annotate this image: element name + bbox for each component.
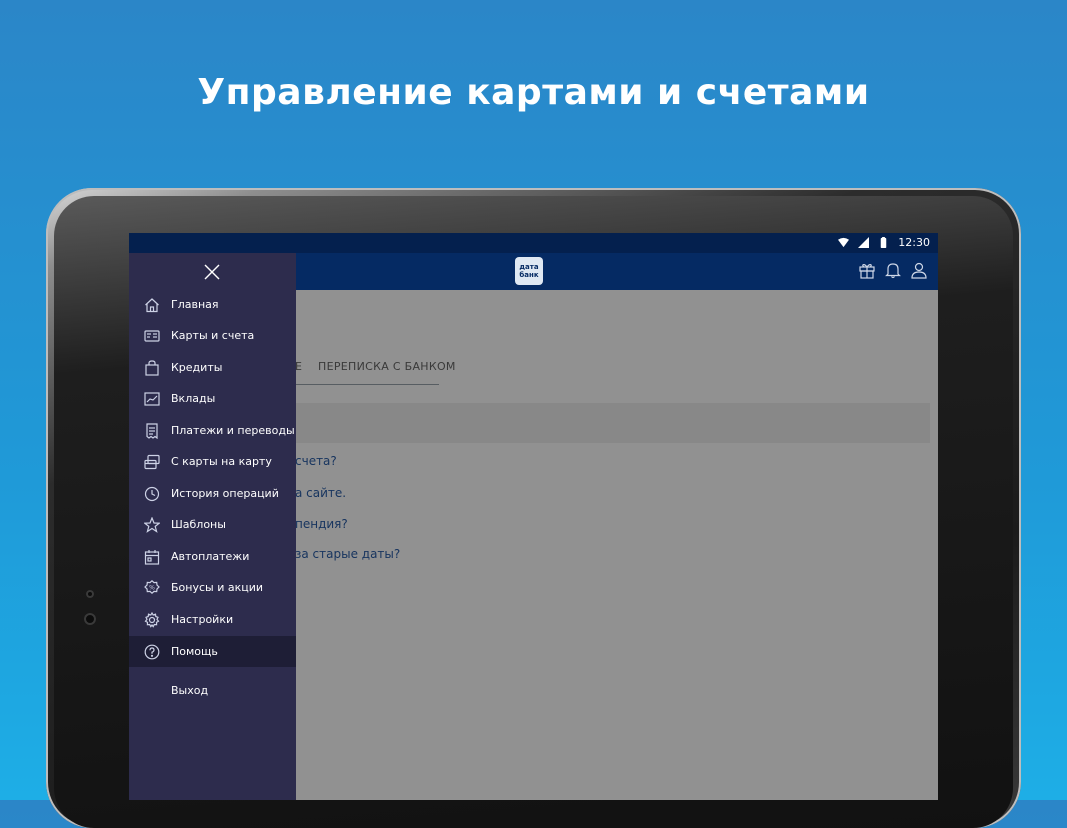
logo-text-bottom: банк <box>519 271 539 279</box>
svg-text:%: % <box>149 584 155 591</box>
drawer-item-logout[interactable]: Выход <box>129 675 296 706</box>
drawer-item-payments[interactable]: Платежи и переводы <box>129 415 296 446</box>
status-bar: 12:30 <box>129 233 938 253</box>
bell-icon[interactable] <box>884 261 902 279</box>
drawer-item-label: Платежи и переводы <box>171 424 295 437</box>
sensor-dot <box>86 590 94 598</box>
drawer-item-home[interactable]: Главная <box>129 289 296 320</box>
chart-icon <box>144 391 160 407</box>
drawer-item-label: С карты на карту <box>171 455 272 468</box>
drawer-item-credits[interactable]: Кредиты <box>129 352 296 383</box>
receipt-icon <box>144 422 160 439</box>
drawer-item-label: Карты и счета <box>171 329 255 342</box>
profile-icon[interactable] <box>910 261 928 279</box>
logo-text-top: дата <box>519 263 539 271</box>
nav-drawer: Главная Карты и счета Кредиты Вклады Пла… <box>129 253 296 800</box>
bag-icon <box>144 359 160 376</box>
drawer-item-label: История операций <box>171 487 279 500</box>
home-icon <box>144 297 160 313</box>
signal-icon <box>858 237 870 248</box>
drawer-item-label: Выход <box>171 684 209 697</box>
battery-icon <box>878 237 889 248</box>
clock-icon <box>144 486 160 502</box>
drawer-item-card-to-card[interactable]: С карты на карту <box>129 446 296 477</box>
drawer-item-settings[interactable]: Настройки <box>129 604 296 635</box>
drawer-item-label: Шаблоны <box>171 518 226 531</box>
drawer-item-label: Помощь <box>171 645 218 658</box>
drawer-item-deposits[interactable]: Вклады <box>129 383 296 414</box>
card-transfer-icon <box>144 454 160 470</box>
star-icon <box>143 515 161 533</box>
drawer-item-label: Настройки <box>171 613 234 626</box>
drawer-item-label: Кредиты <box>171 361 223 374</box>
help-icon <box>144 644 160 660</box>
drawer-item-label: Вклады <box>171 392 216 405</box>
promo-headline: Управление картами и счетами <box>197 72 870 113</box>
drawer-item-history[interactable]: История операций <box>129 478 296 509</box>
wifi-icon <box>838 237 850 248</box>
app-screen: 12:30 дата банк Е ПЕРЕПИСКА С БАНКОМ сче… <box>129 233 938 800</box>
bank-logo[interactable]: дата банк <box>515 257 543 285</box>
drawer-item-bonuses[interactable]: % Бонусы и акции <box>129 572 296 603</box>
drawer-item-label: Главная <box>171 298 219 311</box>
drawer-item-help[interactable]: Помощь <box>129 636 296 667</box>
badge-icon: % <box>144 579 160 596</box>
drawer-item-cards[interactable]: Карты и счета <box>129 320 296 351</box>
cards-icon <box>144 328 160 344</box>
front-camera <box>84 613 96 625</box>
drawer-item-label: Бонусы и акции <box>171 581 264 594</box>
calendar-icon <box>144 549 160 565</box>
drawer-item-templates[interactable]: Шаблоны <box>129 509 296 540</box>
close-icon[interactable] <box>203 263 221 281</box>
gift-icon[interactable] <box>858 261 876 279</box>
drawer-item-label: Автоплатежи <box>171 550 250 563</box>
status-time: 12:30 <box>898 236 930 249</box>
drawer-item-autopay[interactable]: Автоплатежи <box>129 541 296 572</box>
gear-icon <box>144 611 160 628</box>
